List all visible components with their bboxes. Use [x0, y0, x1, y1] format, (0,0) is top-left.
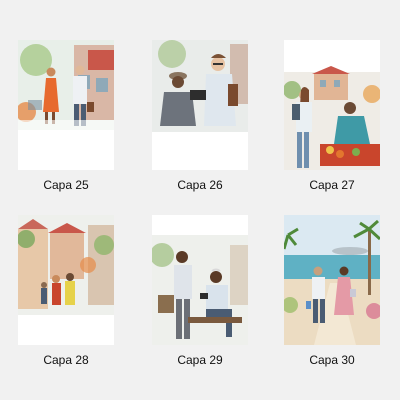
- cover-image-couple-walking-street: [18, 40, 114, 170]
- cover-label: Capa 29: [177, 353, 223, 367]
- cover-label: Capa 27: [309, 178, 355, 192]
- cover-label: Capa 25: [43, 178, 89, 192]
- cover-card-27[interactable]: Capa 27: [284, 40, 380, 192]
- cover-card-25[interactable]: Capa 25: [18, 40, 114, 192]
- cover-thumbnail-29[interactable]: [152, 215, 248, 345]
- cover-card-29[interactable]: Capa 29: [152, 215, 248, 367]
- cover-card-30[interactable]: Capa 30: [284, 215, 380, 367]
- cover-thumbnail-25[interactable]: [18, 40, 114, 170]
- cover-thumbnail-27[interactable]: [284, 40, 380, 170]
- cover-gallery: Capa 25 Capa 26 Capa 27 Capa 28 Capa 29 …: [0, 0, 400, 400]
- cover-image-couple-beach: [284, 215, 380, 345]
- cover-image-two-men-tablet: [152, 40, 248, 170]
- cover-label: Capa 26: [177, 178, 223, 192]
- cover-card-26[interactable]: Capa 26: [152, 40, 248, 192]
- cover-image-market-vendor: [284, 40, 380, 170]
- cover-thumbnail-28[interactable]: [18, 215, 114, 345]
- cover-thumbnail-30[interactable]: [284, 215, 380, 345]
- cover-thumbnail-26[interactable]: [152, 40, 248, 170]
- cover-card-28[interactable]: Capa 28: [18, 215, 114, 367]
- cover-label: Capa 28: [43, 353, 89, 367]
- cover-image-village-street: [18, 215, 114, 345]
- cover-image-men-on-bench: [152, 215, 248, 345]
- cover-label: Capa 30: [309, 353, 355, 367]
